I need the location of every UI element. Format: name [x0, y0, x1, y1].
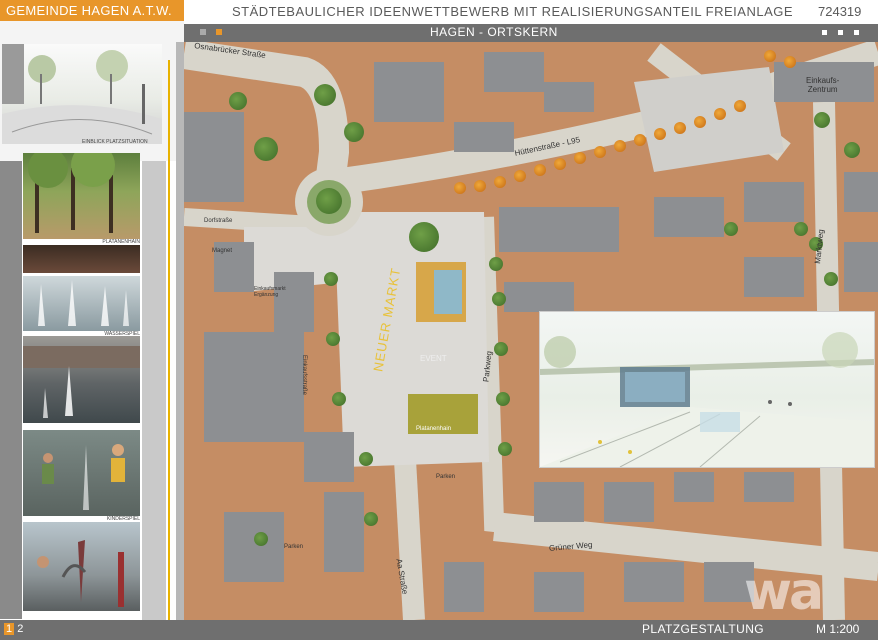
- map-edge: [176, 42, 184, 620]
- indicator-dot-2: [216, 29, 222, 35]
- sheet-title: PLATZGESTALTUNG: [642, 622, 765, 636]
- perspective-sketch: [539, 311, 875, 468]
- perspective-sketch-art: [539, 332, 875, 468]
- photo-playground: [23, 522, 140, 611]
- jets-photo-art: [23, 346, 140, 418]
- photo-trees: [23, 143, 140, 239]
- label-dorfstrasse: Dorfstraße: [204, 218, 233, 224]
- indicator-dot-1: [200, 29, 206, 35]
- page-1-indicator: 1: [4, 623, 15, 635]
- playground-photo-art: [37, 540, 124, 607]
- photo-children: [23, 430, 140, 516]
- label-einkaufszentrum: Einkaufs- Zentrum: [806, 76, 840, 94]
- label-parken: Parken: [436, 474, 456, 480]
- label-platanenhain: Platanenhain: [416, 426, 452, 432]
- sheet-subtitle: HAGEN - ORTSKERN: [430, 25, 558, 39]
- trees-photo-art: [28, 143, 115, 233]
- fountain-photo-art: [38, 280, 129, 326]
- watermark-logo: wa: [744, 562, 824, 622]
- competition-title: STÄDTEBAULICHER IDEENWETTBEWERB MIT REAL…: [232, 4, 794, 19]
- children-photo-art: [42, 444, 125, 510]
- page-indicator: 1 2: [4, 623, 23, 635]
- photo-water-jets: [23, 336, 140, 423]
- accent-line: [168, 60, 175, 620]
- photo-fountain: [23, 276, 140, 331]
- caption-sketch: EINBLICK PLATZSITUATION: [82, 139, 148, 145]
- label-einkaufsstrasse: Einkaufsstraße: [301, 354, 308, 396]
- corner-square-icon: [822, 30, 827, 35]
- page-2-indicator: 2: [17, 623, 24, 635]
- sketch-drawing: [2, 44, 162, 144]
- photo-crowd: [23, 245, 140, 273]
- corner-square-icon: [838, 30, 843, 35]
- sheet-scale: M 1:200: [816, 622, 860, 636]
- label-event: EVENT: [420, 354, 447, 363]
- label-ergaenzung: Einkaufsmarkt Ergänzung: [254, 286, 286, 298]
- brand-title: GEMEINDE HAGEN A.T.W.: [0, 0, 184, 21]
- competition-id: 724319: [818, 4, 862, 19]
- left-strip: [142, 161, 166, 620]
- label-magnet: Magnet: [212, 248, 233, 254]
- corner-square-icon: [854, 30, 859, 35]
- label-parken-2: Parken: [284, 544, 304, 550]
- sketch-image: [2, 44, 162, 144]
